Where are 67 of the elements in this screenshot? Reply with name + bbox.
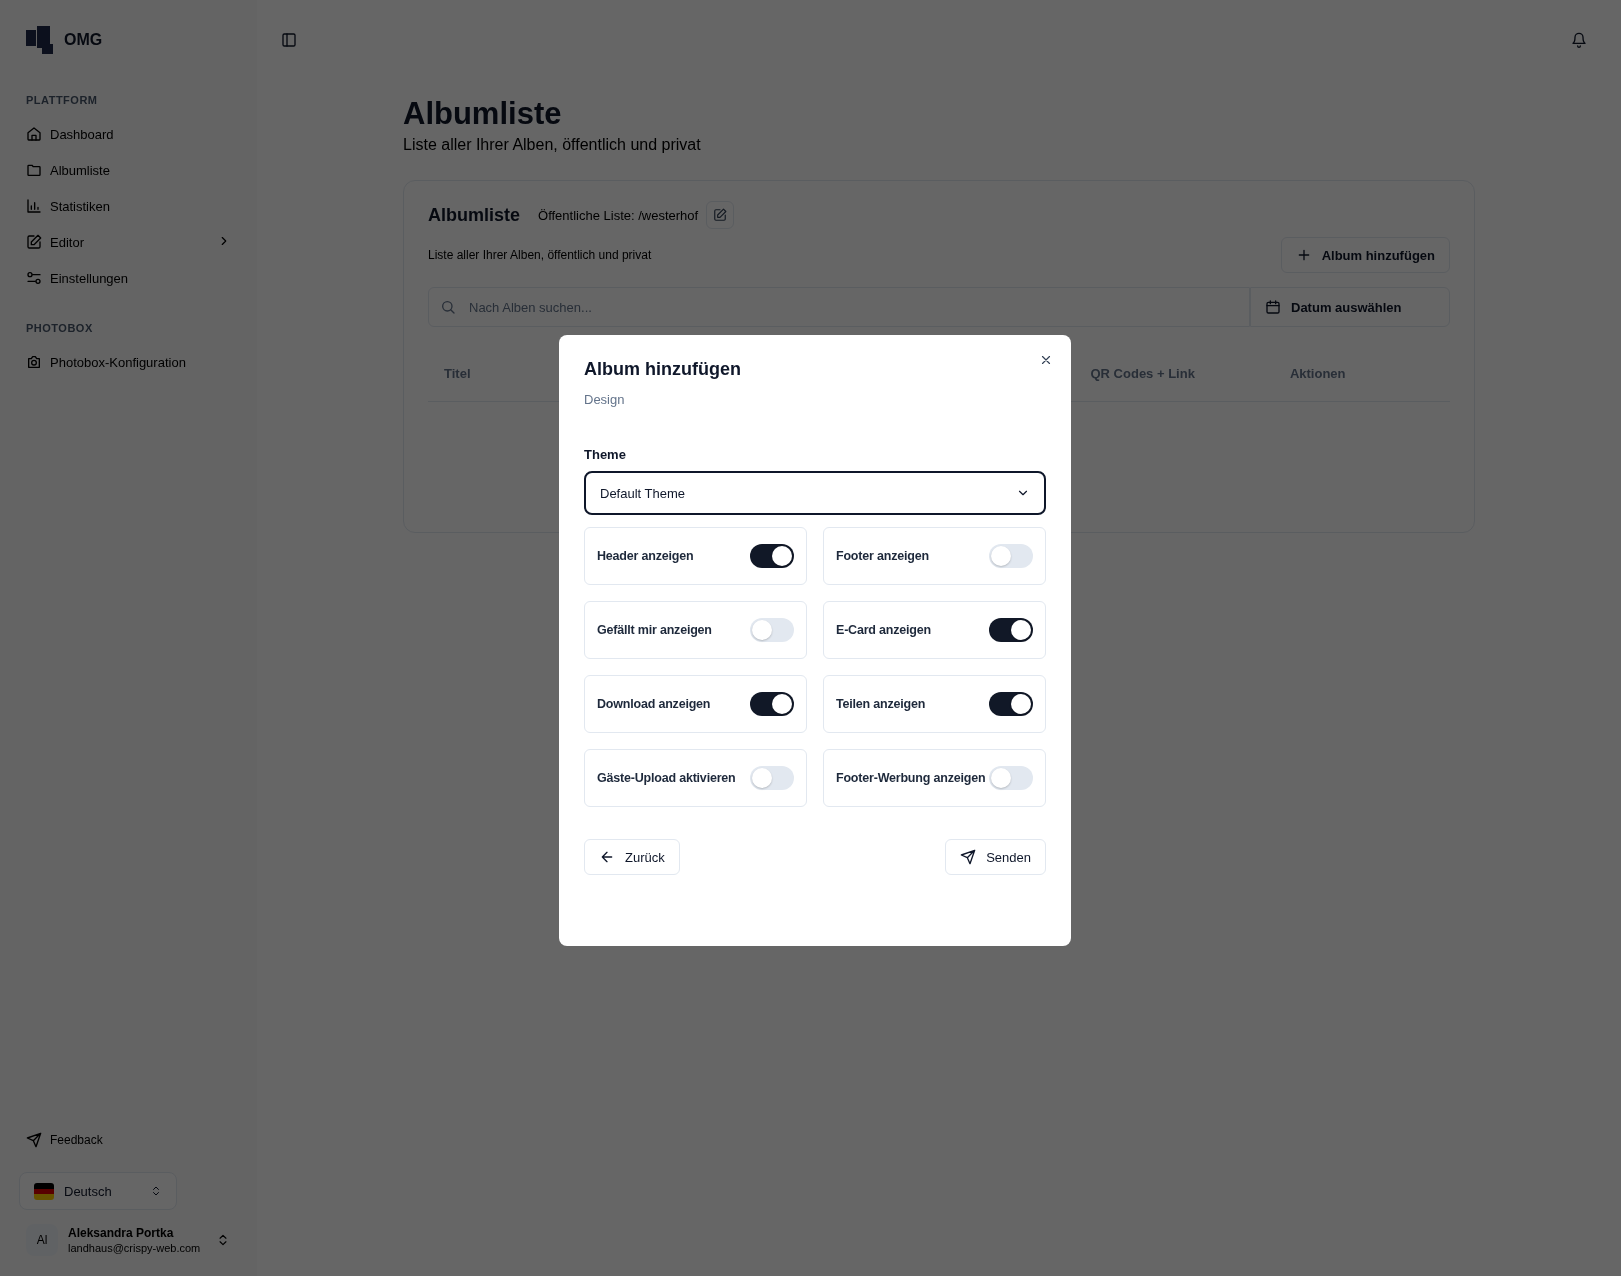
toggle-switch[interactable] — [989, 766, 1033, 790]
date-picker-button[interactable]: Datum auswählen — [1250, 287, 1450, 327]
toggle-switch[interactable] — [989, 544, 1033, 568]
arrow-left-icon — [599, 849, 615, 865]
user-name: Aleksandra Portka — [68, 1226, 175, 1240]
toggle-switch[interactable] — [750, 766, 794, 790]
calendar-icon — [1265, 299, 1281, 315]
avatar: Al — [26, 1224, 58, 1256]
step-label: Design — [584, 392, 626, 407]
sidebar-item[interactable]: Dashboard — [16, 116, 241, 152]
bell-icon — [1571, 32, 1587, 48]
sidebar-item[interactable]: Albumliste — [16, 152, 241, 188]
toggle-switch[interactable] — [750, 544, 794, 568]
card-description: Liste aller Ihrer Alben, öffentlich und privat — [428, 248, 652, 262]
sidebar-item[interactable]: Statistiken — [16, 188, 241, 224]
send-icon — [960, 849, 977, 865]
edit-icon — [26, 234, 42, 250]
column-header: Aktionen — [1289, 365, 1346, 381]
edit-icon — [713, 208, 728, 222]
column-header: QR Codes + Link — [1090, 365, 1195, 381]
send-button[interactable]: Senden — [945, 839, 1046, 875]
sidebar-item[interactable]: Editor — [16, 224, 241, 260]
toggle-label: Header anzeigen — [597, 549, 694, 563]
page-subtitle: Liste aller Ihrer Alben, öffentlich und privat — [403, 136, 702, 154]
toggle-switch[interactable] — [750, 692, 794, 716]
feedback-link[interactable]: Feedback — [16, 1122, 241, 1158]
toggle-switch[interactable] — [750, 618, 794, 642]
toggle-switch[interactable] — [989, 618, 1033, 642]
section-label: PHOTOBOX — [25, 322, 94, 334]
sidebar-item[interactable]: Photobox-Konfiguration — [16, 344, 241, 380]
flag-icon — [34, 1182, 54, 1200]
toggle-label: Teilen anzeigen — [836, 697, 926, 711]
language-selector[interactable]: Deutsch — [19, 1172, 177, 1210]
bar-chart-icon — [26, 198, 42, 214]
public-list-path: Öffentliche Liste: /westerhof — [538, 207, 699, 223]
toggle-label: Gäste-Upload aktivieren — [597, 771, 736, 785]
home-icon — [26, 126, 42, 142]
column-header: Titel — [444, 365, 471, 381]
edit-button[interactable] — [706, 201, 735, 229]
chevrons-up-down-icon — [150, 1185, 162, 1197]
theme-select[interactable]: Default Theme — [584, 471, 1046, 515]
toggle-label: E-Card anzeigen — [836, 623, 931, 637]
user-menu[interactable]: Al Aleksandra Portka landhaus@crispy-web.com — [16, 1220, 241, 1260]
panel-left-icon — [281, 32, 297, 48]
brand-name: OMG — [64, 31, 103, 49]
dialog-title: Album hinzufügen — [584, 359, 742, 380]
sliders-icon — [26, 270, 42, 286]
search-field[interactable]: Nach Alben suchen... — [428, 287, 1250, 327]
card-title: Albumliste — [428, 204, 520, 226]
camera-icon — [26, 354, 42, 370]
toggle-switch[interactable] — [989, 692, 1033, 716]
folder-icon — [26, 162, 42, 178]
section-label: PLATTFORM — [25, 94, 99, 106]
send-icon — [26, 1132, 42, 1148]
page-title: Albumliste — [403, 96, 563, 132]
toggle-label: Download anzeigen — [597, 697, 711, 711]
search-icon — [440, 299, 456, 315]
logo-icon — [26, 26, 54, 54]
user-email: landhaus@crispy-web.com — [68, 1242, 201, 1254]
back-button[interactable]: Zurück — [584, 839, 680, 875]
toggle-label: Footer anzeigen — [836, 549, 929, 563]
toggle-label: Footer-Werbung anzeigen — [836, 771, 986, 785]
add-album-button[interactable]: Album hinzufügen — [1280, 237, 1450, 273]
field-label: Theme — [584, 447, 627, 462]
toggle-label: Gefällt mir anzeigen — [597, 623, 712, 637]
sidebar-item[interactable]: Einstellungen — [16, 260, 241, 296]
close-icon — [1039, 353, 1053, 367]
